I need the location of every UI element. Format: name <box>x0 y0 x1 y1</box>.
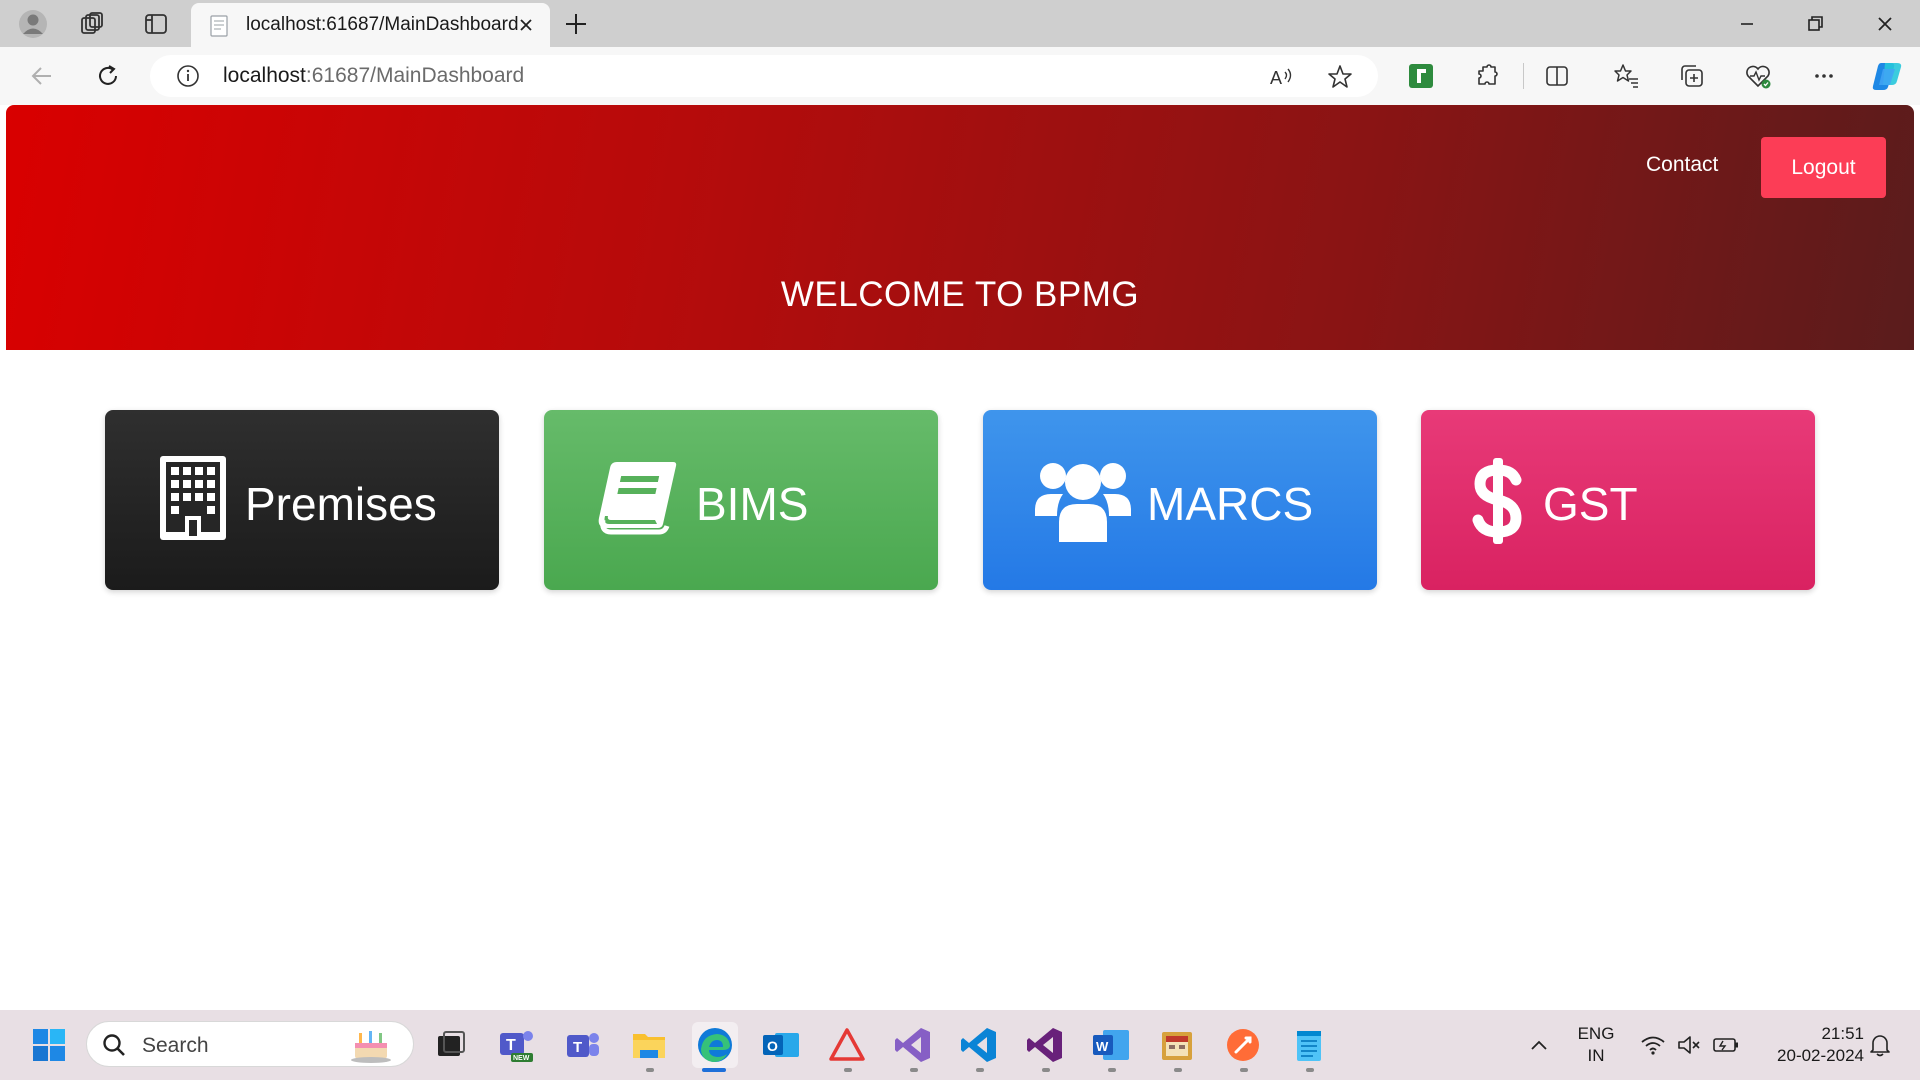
contact-link[interactable]: Contact <box>1646 153 1718 177</box>
running-indicator <box>976 1068 984 1072</box>
page-viewport: Contact Logout WELCOME TO BPMG Premises <box>6 105 1914 1003</box>
split-screen-icon[interactable] <box>1541 60 1573 92</box>
new-tab-icon[interactable] <box>562 10 590 38</box>
running-indicator <box>910 1068 918 1072</box>
visual-studio-2-icon[interactable] <box>1022 1022 1068 1068</box>
volume-muted-icon[interactable] <box>1676 1034 1702 1056</box>
tab-title: localhost:61687/MainDashboard <box>246 14 519 35</box>
users-icon <box>1035 463 1131 542</box>
read-aloud-icon[interactable]: A <box>1267 63 1295 91</box>
clock-time: 21:51 <box>1821 1024 1864 1043</box>
task-view-icon[interactable] <box>428 1022 474 1068</box>
extension-icon[interactable] <box>1405 60 1437 92</box>
language-code: ENG <box>1577 1024 1615 1043</box>
favorites-icon[interactable] <box>1610 60 1642 92</box>
teams-icon[interactable]: T <box>560 1022 606 1068</box>
gst-label: GST <box>1543 478 1638 530</box>
marcs-label: MARCS <box>1147 478 1314 530</box>
language-indicator[interactable]: ENG IN <box>1574 1023 1618 1067</box>
tab-actions-icon[interactable] <box>140 8 172 40</box>
cake-icon <box>351 1031 391 1063</box>
warning-app-icon[interactable] <box>824 1022 870 1068</box>
close-tab-icon[interactable] <box>516 15 536 35</box>
taskbar: Search T NEW T O W ENG IN 21:51 20-02-20… <box>0 1010 1920 1080</box>
battery-icon[interactable] <box>1712 1034 1740 1056</box>
profile-icon[interactable] <box>17 8 49 40</box>
start-icon[interactable] <box>26 1022 72 1068</box>
teams-new-icon[interactable]: T NEW <box>494 1022 540 1068</box>
search-placeholder: Search <box>142 1034 209 1057</box>
calendar-app-icon[interactable] <box>1154 1022 1200 1068</box>
favorite-star-icon[interactable] <box>1326 63 1354 91</box>
edge-icon[interactable] <box>692 1022 738 1068</box>
browser-toolbar: localhost:61687/MainDashboard A <box>0 47 1920 105</box>
gst-card[interactable]: GST <box>1421 410 1815 590</box>
notification-bell-icon[interactable] <box>1868 1032 1892 1058</box>
svg-text:T: T <box>506 1037 516 1054</box>
svg-text:O: O <box>767 1038 778 1054</box>
back-icon[interactable] <box>26 60 58 92</box>
file-explorer-icon[interactable] <box>626 1022 672 1068</box>
running-indicator <box>1306 1068 1314 1072</box>
tab-strip: localhost:61687/MainDashboard <box>0 0 1920 47</box>
clock-date: 20-02-2024 <box>1777 1046 1864 1065</box>
site-info-icon[interactable] <box>176 64 200 88</box>
search-icon <box>103 1034 125 1056</box>
bims-card[interactable]: BIMS <box>544 410 938 590</box>
dollar-icon <box>1472 458 1522 544</box>
collections-icon[interactable] <box>1676 60 1708 92</box>
url-text[interactable]: localhost:61687/MainDashboard <box>223 64 524 88</box>
bims-label: BIMS <box>696 478 809 530</box>
wifi-icon[interactable] <box>1640 1034 1666 1056</box>
premises-card[interactable]: Premises <box>105 410 499 590</box>
running-indicator <box>1042 1068 1050 1072</box>
running-indicator <box>844 1068 852 1072</box>
region-code: IN <box>1587 1046 1605 1065</box>
minimize-icon[interactable] <box>1733 10 1761 38</box>
page-favicon-icon <box>210 15 228 37</box>
visual-studio-icon[interactable] <box>890 1022 936 1068</box>
clock[interactable]: 21:51 20-02-2024 <box>1756 1023 1864 1067</box>
outlook-icon[interactable]: O <box>758 1022 804 1068</box>
taskbar-search[interactable]: Search <box>86 1021 414 1067</box>
page-title: WELCOME TO BPMG <box>780 275 1140 314</box>
browser-essentials-icon[interactable] <box>1742 60 1774 92</box>
running-indicator <box>1108 1068 1116 1072</box>
svg-text:NEW: NEW <box>513 1055 530 1062</box>
running-indicator <box>1240 1068 1248 1072</box>
book-icon <box>598 462 677 535</box>
notepad-icon[interactable] <box>1286 1022 1332 1068</box>
word-icon[interactable]: W <box>1088 1022 1134 1068</box>
running-indicator <box>646 1068 654 1072</box>
active-tab[interactable]: localhost:61687/MainDashboard <box>191 3 550 47</box>
refresh-icon[interactable] <box>92 60 124 92</box>
vscode-icon[interactable] <box>956 1022 1002 1068</box>
extensions-icon[interactable] <box>1471 60 1503 92</box>
svg-text:A: A <box>1270 68 1282 88</box>
building-icon <box>160 456 226 540</box>
more-icon[interactable] <box>1808 60 1840 92</box>
restore-icon[interactable] <box>1801 10 1829 38</box>
close-window-icon[interactable] <box>1871 10 1899 38</box>
running-indicator <box>1174 1068 1182 1072</box>
workspaces-icon[interactable] <box>76 8 108 40</box>
premises-label: Premises <box>245 478 437 530</box>
active-indicator <box>702 1068 726 1072</box>
svg-text:T: T <box>573 1039 582 1056</box>
svg-text:W: W <box>1096 1039 1109 1054</box>
show-hidden-icons-chevron-icon[interactable] <box>1528 1036 1550 1054</box>
postman-icon[interactable] <box>1220 1022 1266 1068</box>
hero-banner: Contact Logout WELCOME TO BPMG <box>6 105 1914 350</box>
address-bar[interactable]: localhost:61687/MainDashboard A <box>150 55 1378 97</box>
marcs-card[interactable]: MARCS <box>983 410 1377 590</box>
copilot-icon[interactable] <box>1869 57 1907 95</box>
toolbar-separator <box>1523 63 1524 89</box>
logout-button[interactable]: Logout <box>1761 137 1886 198</box>
